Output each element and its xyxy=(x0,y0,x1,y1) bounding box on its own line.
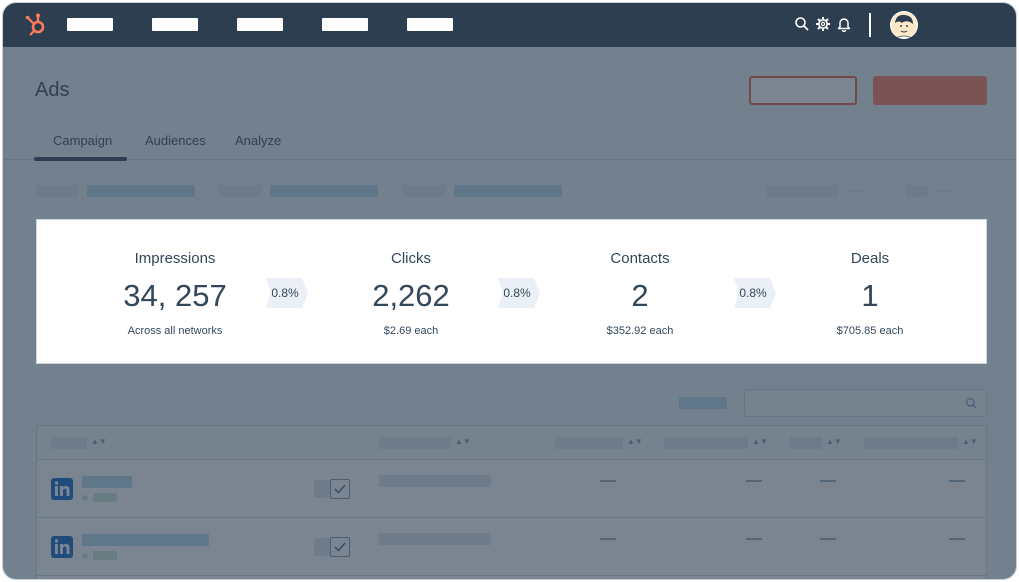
stat-value: 34, 257 xyxy=(123,278,227,313)
conversion-rate-value: 0.8% xyxy=(271,286,299,300)
empty-value-dash xyxy=(949,538,965,540)
nav-menu-item-3[interactable] xyxy=(237,18,283,31)
table-header: ▲▼ ▲▼ ▲▼ ▲▼ ▲▼ ▲▼ xyxy=(37,426,986,460)
sort-icon[interactable]: ▲▼ xyxy=(826,437,842,446)
column-header-placeholder[interactable] xyxy=(790,437,822,449)
top-nav xyxy=(3,3,1016,47)
page-title: Ads xyxy=(35,79,70,101)
sort-icon[interactable]: ▲▼ xyxy=(455,437,471,446)
filter-dropdown-placeholder[interactable] xyxy=(87,185,195,197)
search-icon xyxy=(965,397,977,409)
row-checkbox[interactable] xyxy=(330,537,350,557)
stat-subtext: $352.92 each xyxy=(606,325,674,337)
filter-label-placeholder xyxy=(219,185,261,197)
tabs-divider xyxy=(3,159,1016,160)
column-header-placeholder[interactable] xyxy=(379,437,451,449)
status-label-placeholder xyxy=(93,493,117,502)
compare-dash xyxy=(937,190,953,192)
table-row[interactable] xyxy=(37,518,986,576)
conversion-rate-value: 0.8% xyxy=(739,286,767,300)
stat-value: 1 xyxy=(861,278,879,313)
bell-icon[interactable] xyxy=(836,16,852,32)
status-dot xyxy=(82,553,88,559)
stat-value: 2,262 xyxy=(372,278,450,313)
tab-campaign[interactable]: Campaign xyxy=(53,133,112,148)
campaign-table: ▲▼ ▲▼ ▲▼ ▲▼ ▲▼ ▲▼ xyxy=(36,425,987,579)
active-tab-indicator xyxy=(34,157,127,161)
sort-icon[interactable]: ▲▼ xyxy=(752,437,768,446)
stat-label: Clicks xyxy=(391,250,431,267)
column-header-placeholder[interactable] xyxy=(555,437,623,449)
campaign-name-placeholder[interactable] xyxy=(82,476,132,488)
gear-icon[interactable] xyxy=(815,16,831,32)
linkedin-icon xyxy=(51,478,73,500)
toggle-placeholder[interactable] xyxy=(314,480,330,498)
sort-icon[interactable]: ▲▼ xyxy=(962,437,978,446)
search-icon[interactable] xyxy=(794,16,810,32)
conversion-rate-chip: 0.8% xyxy=(498,278,540,308)
clicks-cell-placeholder xyxy=(379,475,491,487)
empty-value-dash xyxy=(820,480,836,482)
date-range-dash xyxy=(849,190,865,192)
stat-label: Deals xyxy=(850,250,890,267)
empty-value-dash xyxy=(746,538,762,540)
user-avatar[interactable] xyxy=(890,11,918,39)
stat-subtext: $2.69 each xyxy=(383,325,439,337)
table-action-placeholder[interactable] xyxy=(679,397,727,409)
status-label-placeholder xyxy=(93,551,117,560)
column-header-placeholder[interactable] xyxy=(864,437,958,449)
stat-subtext: Across all networks xyxy=(127,325,223,337)
secondary-action-button[interactable] xyxy=(749,76,857,105)
app-window: Ads Campaign Audiences Analyze ▲▼ ▲▼ ▲▼ … xyxy=(2,2,1017,580)
nav-divider xyxy=(869,13,871,37)
stat-value: 2 xyxy=(631,278,649,313)
empty-value-dash xyxy=(820,538,836,540)
column-header-placeholder[interactable] xyxy=(664,437,748,449)
funnel-stats-card: Impressions 34, 257 Across all networks … xyxy=(36,219,987,364)
conversion-rate-value: 0.8% xyxy=(503,286,531,300)
status-dot xyxy=(82,495,88,501)
filter-label-placeholder xyxy=(403,185,445,197)
nav-menu-item-5[interactable] xyxy=(407,18,453,31)
nav-menu-item-2[interactable] xyxy=(152,18,198,31)
table-search-input[interactable] xyxy=(744,389,987,417)
stat-label: Impressions xyxy=(134,250,216,267)
avatar-illustration-icon xyxy=(891,12,917,39)
conversion-rate-chip: 0.8% xyxy=(266,278,308,308)
empty-value-dash xyxy=(949,480,965,482)
clicks-cell-placeholder xyxy=(379,533,491,545)
compare-placeholder[interactable] xyxy=(906,185,928,197)
date-range-placeholder[interactable] xyxy=(766,185,838,197)
row-checkbox[interactable] xyxy=(330,479,350,499)
stat-subtext: $705.85 each xyxy=(836,325,904,337)
sort-icon[interactable]: ▲▼ xyxy=(627,437,643,446)
empty-value-dash xyxy=(600,480,616,482)
nav-menu-item-1[interactable] xyxy=(67,18,113,31)
empty-value-dash xyxy=(746,480,762,482)
campaign-name-placeholder[interactable] xyxy=(82,534,209,546)
linkedin-icon xyxy=(51,536,73,558)
tab-analyze[interactable]: Analyze xyxy=(235,133,281,148)
table-row[interactable] xyxy=(37,460,986,518)
nav-menu-item-4[interactable] xyxy=(322,18,368,31)
empty-value-dash xyxy=(600,538,616,540)
sort-icon[interactable]: ▲▼ xyxy=(91,437,107,446)
hubspot-logo-icon[interactable] xyxy=(23,12,49,38)
tab-audiences[interactable]: Audiences xyxy=(145,133,206,148)
filter-dropdown-placeholder[interactable] xyxy=(270,185,378,197)
column-header-placeholder[interactable] xyxy=(51,437,87,449)
stat-label: Contacts xyxy=(610,250,670,267)
filter-label-placeholder xyxy=(36,185,78,197)
primary-action-button[interactable] xyxy=(873,76,987,105)
filter-dropdown-placeholder[interactable] xyxy=(454,185,562,197)
toggle-placeholder[interactable] xyxy=(314,538,330,556)
